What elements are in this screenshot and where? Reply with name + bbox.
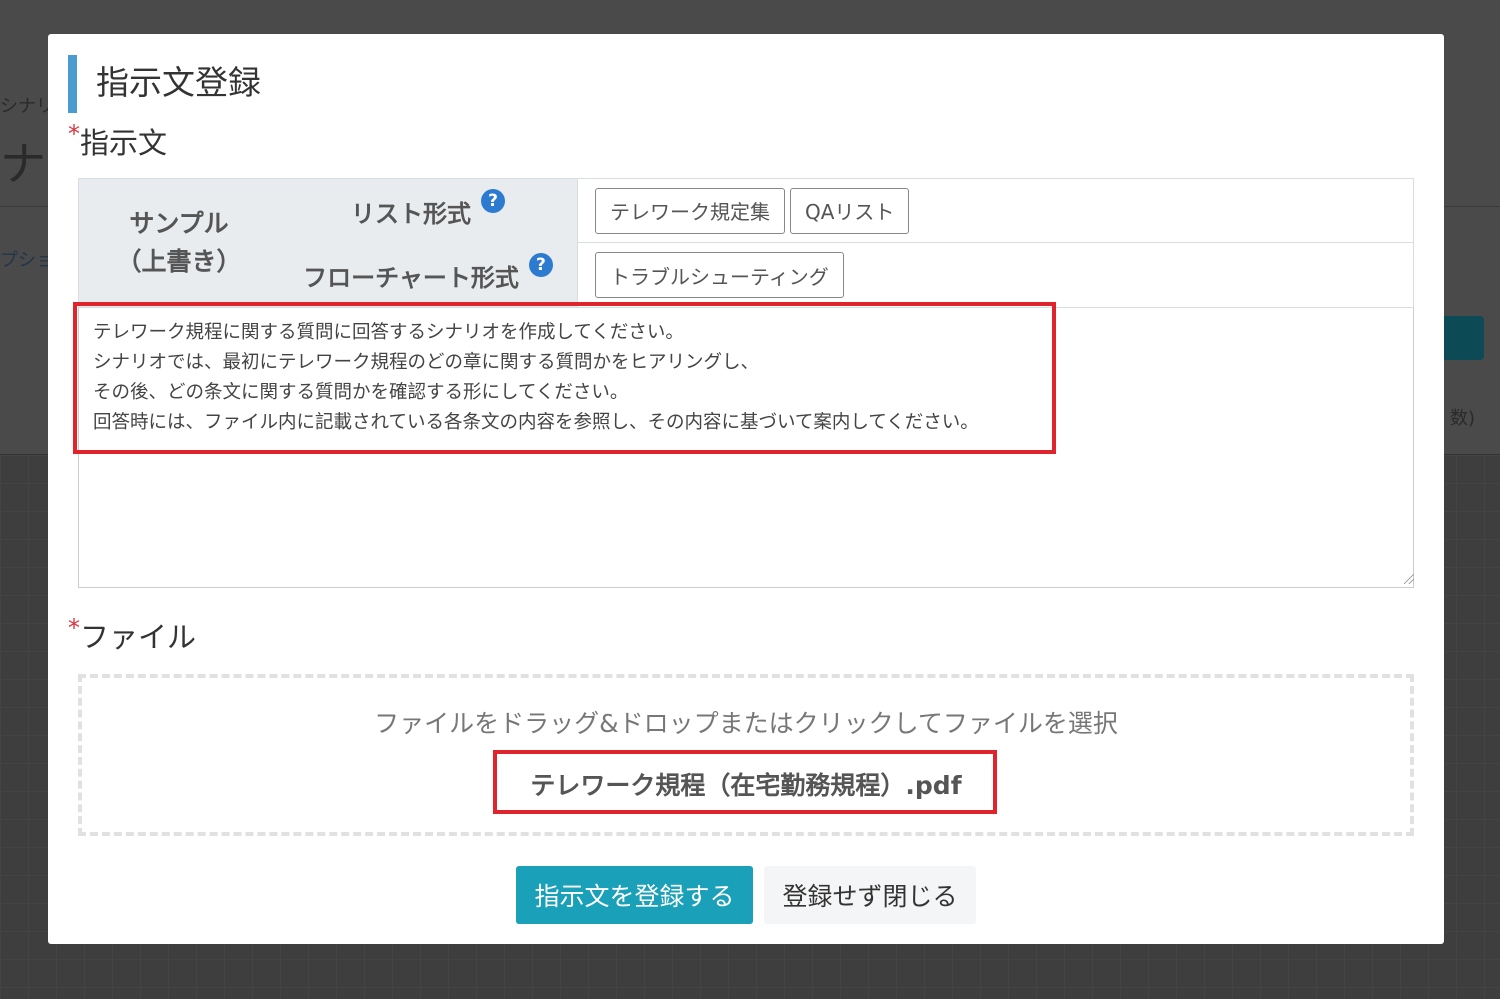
resize-grip-icon[interactable]	[1404, 574, 1414, 584]
background-breadcrumb: シナリ	[0, 96, 54, 117]
instruction-section-label: *指示文	[68, 120, 167, 162]
background-right-text: 数)	[1450, 408, 1476, 429]
list-sample-buttons: テレワーク規定集 QAリスト	[577, 179, 1413, 243]
flowchart-sample-buttons: トラブルシューティング	[577, 243, 1413, 307]
dropzone-hint: ファイルをドラッグ&ドロップまたはクリックしてファイルを選択	[374, 709, 1118, 738]
sample-button-qa-list[interactable]: QAリスト	[790, 187, 910, 234]
sample-header-cell: サンプル （上書き）	[79, 179, 280, 307]
sample-table: サンプル （上書き） リスト形式 ? フローチャート形式 ? テレワーク規定集 …	[78, 178, 1414, 308]
selected-file-name: テレワーク規程（在宅勤務規程）.pdf	[530, 771, 962, 800]
close-without-register-button[interactable]: 登録せず閉じる	[764, 866, 976, 924]
register-instruction-button[interactable]: 指示文を登録する	[516, 866, 753, 924]
list-format-cell: リスト形式 ?	[279, 179, 578, 244]
sample-button-telework-rules[interactable]: テレワーク規定集	[595, 187, 785, 234]
title-accent-bar	[68, 55, 77, 113]
sample-button-troubleshooting[interactable]: トラブルシューティング	[595, 252, 844, 298]
file-dropzone[interactable]: ファイルをドラッグ&ドロップまたはクリックしてファイルを選択 テレワーク規程（在…	[78, 674, 1414, 836]
modal-title: 指示文登録	[96, 63, 261, 102]
flowchart-format-cell: フローチャート形式 ?	[279, 243, 578, 307]
background-button	[1440, 316, 1484, 360]
required-mark: *	[68, 120, 80, 148]
list-format-label: リスト形式	[351, 199, 471, 228]
required-mark: *	[68, 614, 80, 642]
background-option-tab: プショ	[0, 250, 54, 271]
sample-overwrite-label: （上書き）	[116, 247, 242, 276]
file-label-text: ファイル	[80, 620, 197, 654]
help-icon[interactable]: ?	[528, 253, 553, 277]
flowchart-format-label: フローチャート形式	[303, 263, 519, 292]
instruction-label-text: 指示文	[80, 126, 168, 160]
instruction-register-modal: 指示文登録 *指示文 サンプル （上書き） リスト形式 ? フローチャート形式 …	[48, 34, 1444, 944]
file-section-label: *ファイル	[68, 614, 196, 656]
instruction-textarea[interactable]: テレワーク規程に関する質問に回答するシナリオを作成してください。 シナリオでは、…	[78, 308, 1414, 588]
sample-label: サンプル	[129, 209, 229, 238]
help-icon[interactable]: ?	[481, 189, 505, 213]
